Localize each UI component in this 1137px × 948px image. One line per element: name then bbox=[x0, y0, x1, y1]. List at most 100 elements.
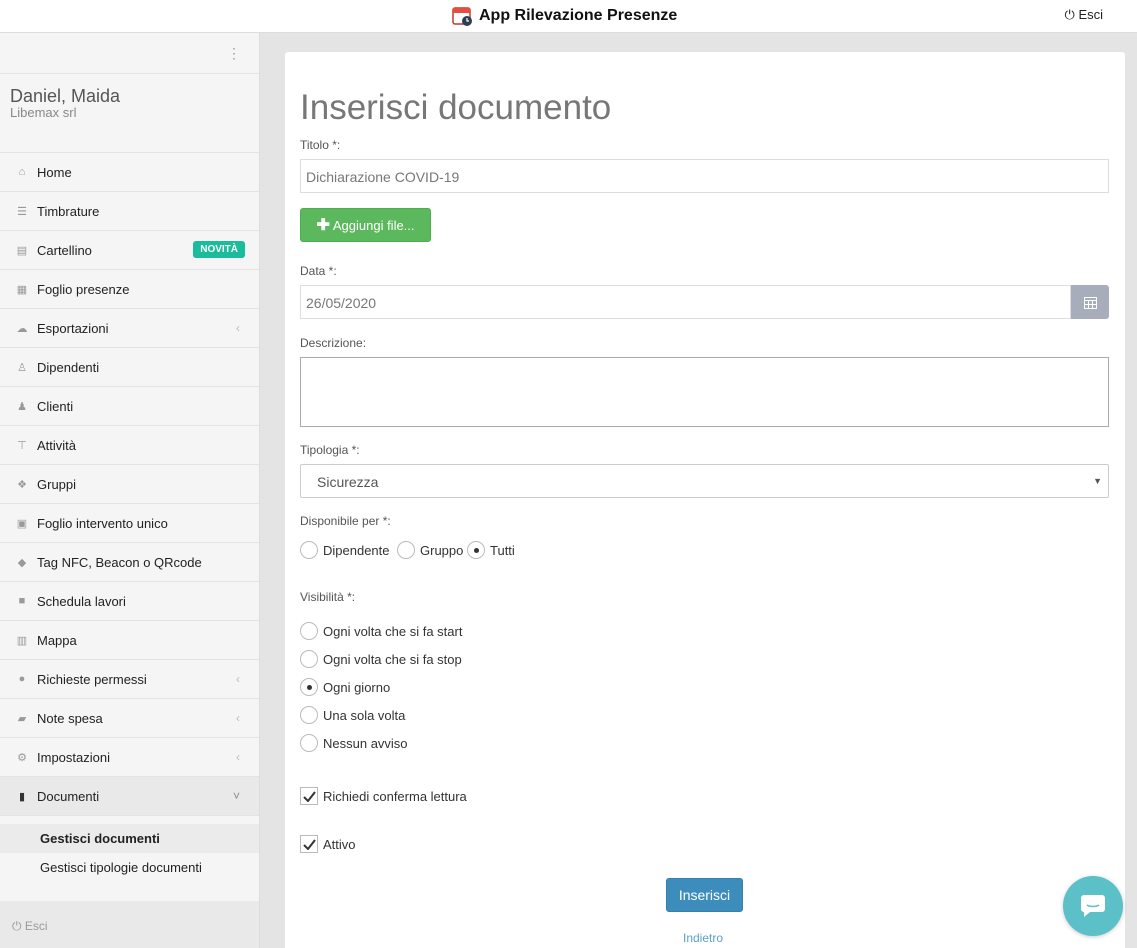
sidebar-item-esportazioni[interactable]: ☁ Esportazioni ‹ bbox=[0, 309, 259, 348]
radio-label: Ogni volta che si fa start bbox=[323, 623, 463, 639]
more-options-icon[interactable]: ⋮ bbox=[227, 45, 241, 62]
checkmark-icon bbox=[300, 787, 318, 805]
map-icon: ▥ bbox=[16, 634, 28, 647]
descrizione-textarea[interactable] bbox=[300, 357, 1109, 427]
radio-circle bbox=[300, 706, 318, 724]
new-badge: NOVITÀ bbox=[193, 241, 245, 258]
sidebar-item-label: Attività bbox=[37, 437, 77, 453]
app-title-text: App Rilevazione Presenze bbox=[479, 7, 678, 24]
chat-button[interactable] bbox=[1063, 876, 1123, 936]
sidebar-item-label: Documenti bbox=[37, 788, 100, 804]
form-card: Inserisci documento Titolo *: Dichiarazi… bbox=[285, 52, 1125, 948]
user-icon: ♙ bbox=[17, 361, 27, 374]
documenti-submenu: Gestisci documenti Gestisci tipologie do… bbox=[0, 816, 259, 882]
checkbox-conferma-lettura[interactable]: Richiedi conferma lettura bbox=[300, 787, 467, 805]
checkbox-attivo[interactable]: Attivo bbox=[300, 835, 356, 853]
calendar-button[interactable] bbox=[1071, 285, 1109, 319]
sidebar-item-foglio-intervento[interactable]: ▣ Foglio intervento unico bbox=[0, 504, 259, 543]
sidebar-item-label: Foglio intervento unico bbox=[37, 515, 168, 531]
radio-label: Tutti bbox=[490, 542, 515, 558]
power-icon: ⏻ bbox=[1064, 7, 1075, 22]
user-company: Libemax srl bbox=[10, 105, 77, 120]
caret-down-icon: ▼ bbox=[1093, 476, 1102, 486]
sidebar-item-timbrature[interactable]: ☰ Timbrature bbox=[0, 192, 259, 231]
radio-gruppo[interactable]: Gruppo bbox=[397, 541, 463, 559]
sidebar-item-label: Home bbox=[37, 164, 72, 180]
calendar-clock-icon bbox=[452, 5, 474, 27]
sidebar-item-clienti[interactable]: ♟ Clienti bbox=[0, 387, 259, 426]
sidebar-item-schedula-lavori[interactable]: ■ Schedula lavori bbox=[0, 582, 259, 621]
radio-una-sola-volta[interactable]: Una sola volta bbox=[300, 706, 405, 724]
sidebar-item-label: Richieste permessi bbox=[37, 671, 147, 687]
radio-tutti[interactable]: Tutti bbox=[467, 541, 515, 559]
sidebar-item-impostazioni[interactable]: ⚙ Impostazioni ‹ bbox=[0, 738, 259, 777]
radio-label: Ogni volta che si fa stop bbox=[323, 651, 462, 667]
sidebar-subitem-gestisci-documenti[interactable]: Gestisci documenti bbox=[0, 824, 259, 853]
sidebar-item-label: Impostazioni bbox=[37, 749, 110, 765]
user-name: Daniel, Maida bbox=[10, 86, 121, 106]
radio-circle bbox=[397, 541, 415, 559]
sidebar-item-documenti[interactable]: ▮ Documenti ˅ bbox=[0, 777, 259, 816]
radio-circle bbox=[300, 650, 318, 668]
cloud-icon: ☁ bbox=[16, 322, 28, 335]
plus-icon: ✚ bbox=[316, 217, 330, 234]
sidebar-item-gruppi[interactable]: ❖ Gruppi bbox=[0, 465, 259, 504]
radio-ogni-stop[interactable]: Ogni volta che si fa stop bbox=[300, 650, 462, 668]
add-file-button[interactable]: ✚ Aggiungi file... bbox=[300, 208, 431, 242]
radio-nessun-avviso[interactable]: Nessun avviso bbox=[300, 734, 408, 752]
sidebar-item-home[interactable]: ⌂ Home bbox=[0, 153, 259, 192]
sidebar-item-mappa[interactable]: ▥ Mappa bbox=[0, 621, 259, 660]
sidebar-item-label: Dipendenti bbox=[37, 359, 100, 375]
sidebar-item-foglio-presenze[interactable]: ▦ Foglio presenze bbox=[0, 270, 259, 309]
chevron-left-icon: ‹ bbox=[236, 711, 240, 725]
titolo-input[interactable]: Dichiarazione COVID-19 bbox=[300, 159, 1109, 193]
sidebar-item-richieste-permessi[interactable]: ● Richieste permessi ‹ bbox=[0, 660, 259, 699]
checkbox-label: Attivo bbox=[323, 836, 356, 852]
radio-label: Dipendente bbox=[323, 542, 390, 558]
app-title: App Rilevazione Presenze bbox=[452, 5, 677, 27]
gears-icon: ⚙ bbox=[17, 751, 27, 764]
signpost-icon: ⊤ bbox=[17, 439, 27, 452]
checkbox-label: Richiedi conferma lettura bbox=[323, 788, 467, 804]
radio-label: Una sola volta bbox=[323, 707, 406, 723]
date-input[interactable]: 26/05/2020 bbox=[300, 285, 1071, 319]
list-icon: ☰ bbox=[17, 205, 27, 218]
descrizione-label: Descrizione: bbox=[300, 336, 367, 350]
sidebar: ⋮ Daniel, Maida Libemax srl ⌂ Home ☰ Timbr… bbox=[0, 33, 260, 948]
sidebar-item-label: Schedula lavori bbox=[37, 593, 126, 609]
table-icon: ▦ bbox=[16, 283, 28, 296]
id-card-icon: ▤ bbox=[16, 244, 28, 257]
sidebar-item-cartellino[interactable]: ▤ Cartellino NOVITÀ bbox=[0, 231, 259, 270]
data-label: Data *: bbox=[300, 264, 337, 278]
logout-button[interactable]: ⏻ Esci bbox=[1065, 7, 1103, 23]
titolo-label: Titolo *: bbox=[300, 138, 341, 152]
page-title: Inserisci documento bbox=[300, 88, 612, 127]
radio-label: Nessun avviso bbox=[323, 735, 408, 751]
calendar-icon bbox=[1083, 296, 1097, 309]
briefcase-icon: ■ bbox=[18, 595, 26, 607]
visibilita-label: Visibilità *: bbox=[300, 590, 356, 604]
receipt-icon: ▰ bbox=[17, 712, 27, 725]
sidebar-subitem-gestisci-tipologie[interactable]: Gestisci tipologie documenti bbox=[0, 853, 259, 882]
sidebar-item-label: Timbrature bbox=[37, 203, 100, 219]
sidebar-item-label: Clienti bbox=[37, 398, 74, 414]
radio-ogni-giorno[interactable]: Ogni giorno bbox=[300, 678, 390, 696]
radio-ogni-start[interactable]: Ogni volta che si fa start bbox=[300, 622, 462, 640]
chevron-down-icon: ˅ bbox=[232, 789, 240, 803]
sidebar-item-note-spesa[interactable]: ▰ Note spesa ‹ bbox=[0, 699, 259, 738]
chevron-left-icon: ‹ bbox=[236, 321, 240, 335]
tags-icon: ◆ bbox=[17, 556, 27, 569]
sidebar-item-attivita[interactable]: ⊤ Attività bbox=[0, 426, 259, 465]
sidebar-logout[interactable]: ⏻ Esci bbox=[0, 901, 259, 948]
back-link[interactable]: Indietro bbox=[683, 931, 723, 945]
checkmark-icon bbox=[300, 835, 318, 853]
submit-button[interactable]: Inserisci bbox=[666, 878, 743, 912]
radio-circle-selected bbox=[467, 541, 485, 559]
tipologia-select[interactable]: Sicurezza ▼ bbox=[300, 464, 1109, 498]
cubes-icon: ❖ bbox=[17, 478, 27, 491]
sidebar-item-tag-nfc[interactable]: ◆ Tag NFC, Beacon o QRcode bbox=[0, 543, 259, 582]
radio-dipendente[interactable]: Dipendente bbox=[300, 541, 390, 559]
sidebar-item-dipendenti[interactable]: ♙ Dipendenti bbox=[0, 348, 259, 387]
sidebar-item-label: Foglio presenze bbox=[37, 281, 130, 297]
logout-label: Esci bbox=[1078, 7, 1103, 22]
